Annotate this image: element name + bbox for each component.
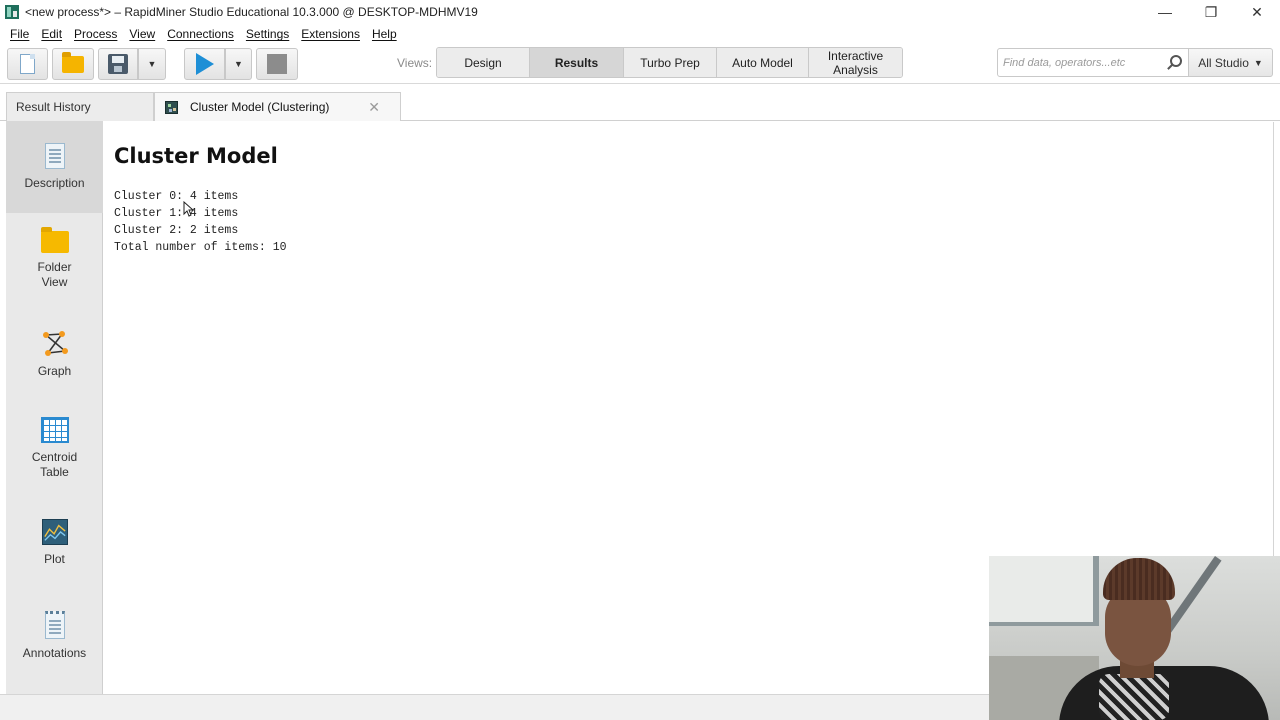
restore-button[interactable]: ❐ <box>1188 0 1234 24</box>
search-scope-select[interactable]: All Studio ▼ <box>1189 48 1273 77</box>
page-title: Cluster Model <box>114 144 278 168</box>
result-view-sidebar: Description Folder View Graph Centroid T… <box>6 121 103 694</box>
webcam-overlay <box>989 556 1280 720</box>
sidebar-item-graph[interactable]: Graph <box>6 331 103 379</box>
tab-label: Result History <box>16 100 91 114</box>
folder-open-icon <box>62 51 84 73</box>
sidebar-item-plot[interactable]: Plot <box>6 519 103 567</box>
new-document-icon <box>20 54 35 74</box>
mouse-cursor-icon <box>183 201 194 217</box>
menu-settings[interactable]: Settings <box>246 27 289 41</box>
run-options-dropdown[interactable]: ▼ <box>225 48 252 80</box>
menu-bar: File Edit Process View Connections Setti… <box>0 24 1280 44</box>
view-tab-auto-model[interactable]: Auto Model <box>717 48 809 77</box>
description-icon <box>44 143 65 169</box>
table-icon <box>40 417 69 443</box>
annotations-icon <box>44 611 65 639</box>
search-input[interactable] <box>1003 56 1163 69</box>
sidebar-item-label: Centroid Table <box>31 450 78 479</box>
webcam-window-frame <box>989 556 1099 626</box>
sidebar-item-label: Description <box>24 176 85 190</box>
stop-process-button[interactable] <box>256 48 298 80</box>
title-bar: <new process*> – RapidMiner Studio Educa… <box>0 0 1280 24</box>
close-button[interactable]: ✕ <box>1234 0 1280 24</box>
sidebar-item-label: Plot <box>44 552 65 566</box>
global-search <box>997 48 1189 77</box>
cluster-summary-line: Cluster 1: 4 items <box>114 207 239 220</box>
tab-result-history[interactable]: Result History <box>6 92 154 121</box>
sidebar-item-label: Annotations <box>22 646 87 660</box>
menu-help[interactable]: Help <box>372 27 397 41</box>
run-process-button[interactable] <box>184 48 225 80</box>
open-process-button[interactable] <box>52 48 94 80</box>
sidebar-item-label: Folder View <box>37 260 72 289</box>
search-scope-label: All Studio <box>1198 55 1249 70</box>
stop-icon <box>267 54 287 74</box>
sidebar-item-description[interactable]: Description <box>6 121 103 213</box>
result-tab-strip: Result History Cluster Model (Clustering… <box>0 92 1280 121</box>
cluster-summary-line: Cluster 0: 4 items <box>114 190 239 203</box>
chevron-down-icon: ▼ <box>1253 57 1263 68</box>
window-controls: — ❐ ✕ <box>1142 0 1280 24</box>
chevron-down-icon: ▼ <box>147 59 157 69</box>
minimize-button[interactable]: — <box>1142 0 1188 24</box>
view-tab-interactive-analysis[interactable]: Interactive Analysis <box>809 48 902 77</box>
presenter-shirt-pattern <box>1099 674 1169 720</box>
close-icon[interactable]: ✕ <box>368 99 380 116</box>
menu-connections[interactable]: Connections <box>167 27 234 41</box>
plot-icon <box>41 519 68 545</box>
save-process-button[interactable] <box>98 48 138 80</box>
menu-file[interactable]: File <box>10 27 29 41</box>
menu-view[interactable]: View <box>129 27 155 41</box>
search-icon[interactable] <box>1170 55 1182 67</box>
graph-icon <box>42 331 68 356</box>
chevron-down-icon: ▼ <box>234 59 243 69</box>
play-icon <box>195 53 214 75</box>
save-options-dropdown[interactable]: ▼ <box>138 48 166 80</box>
views-label: Views: <box>397 56 433 70</box>
sidebar-item-folder-view[interactable]: Folder View <box>6 227 103 290</box>
view-tab-results[interactable]: Results <box>530 48 624 77</box>
rapidminer-logo-icon <box>5 5 19 19</box>
view-switcher: Design Results Turbo Prep Auto Model Int… <box>436 47 903 78</box>
tab-label: Cluster Model (Clustering) <box>190 100 330 114</box>
sidebar-item-annotations[interactable]: Annotations <box>6 611 103 661</box>
folder-icon <box>40 227 69 253</box>
view-tab-design[interactable]: Design <box>437 48 530 77</box>
cluster-summary: Cluster 0: 4 items Cluster 1: 4 items Cl… <box>114 188 287 256</box>
tab-cluster-model[interactable]: Cluster Model (Clustering) ✕ <box>154 92 401 121</box>
view-tab-turbo-prep[interactable]: Turbo Prep <box>624 48 717 77</box>
cluster-summary-line: Cluster 2: 2 items <box>114 224 239 237</box>
save-disk-icon <box>108 54 128 74</box>
cluster-summary-line: Total number of items: 10 <box>114 241 287 254</box>
menu-process[interactable]: Process <box>74 27 117 41</box>
new-process-button[interactable] <box>7 48 48 80</box>
window-title: <new process*> – RapidMiner Studio Educa… <box>25 5 478 19</box>
sidebar-item-centroid-table[interactable]: Centroid Table <box>6 417 103 480</box>
menu-extensions[interactable]: Extensions <box>301 27 360 41</box>
menu-edit[interactable]: Edit <box>41 27 62 41</box>
cluster-model-icon <box>165 100 178 114</box>
sidebar-item-label: Graph <box>37 364 72 378</box>
